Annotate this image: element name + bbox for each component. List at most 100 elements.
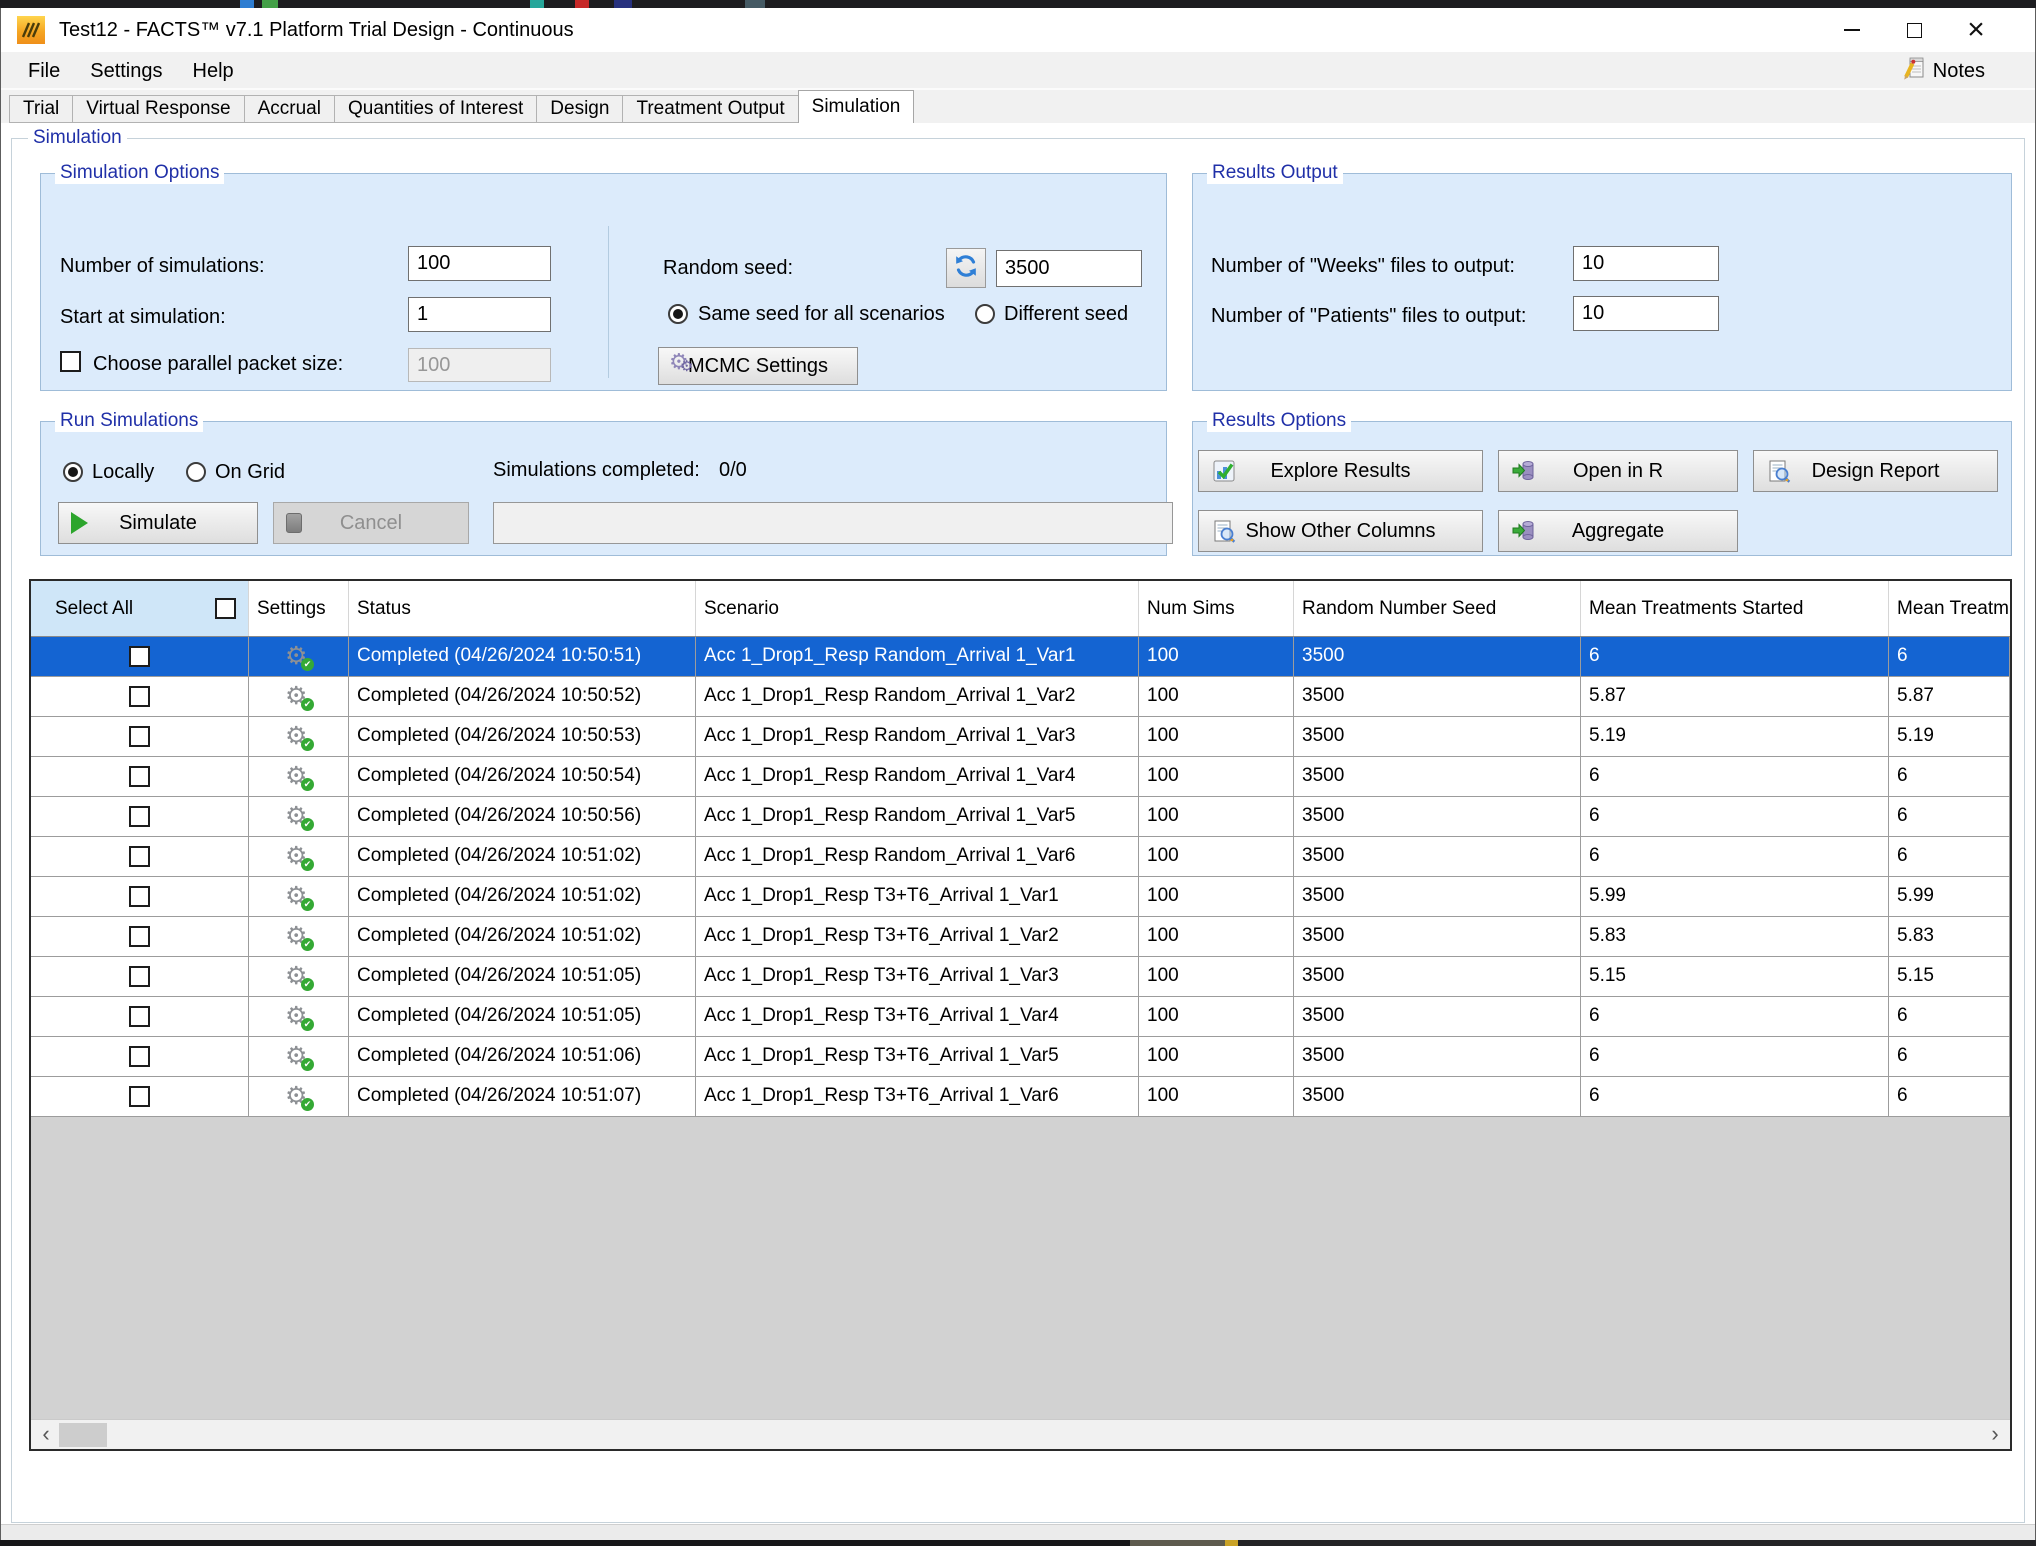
row-select-cell [31, 837, 249, 876]
table-row[interactable]: ⚙✔Completed (04/26/2024 10:51:02)Acc 1_D… [31, 837, 2010, 877]
table-row[interactable]: ⚙✔Completed (04/26/2024 10:51:07)Acc 1_D… [31, 1077, 2010, 1117]
menu-file[interactable]: File [13, 52, 75, 90]
table-row[interactable]: ⚙✔Completed (04/26/2024 10:50:52)Acc 1_D… [31, 677, 2010, 717]
different-seed-label: Different seed [1004, 302, 1128, 326]
simulations-completed-label: Simulations completed: [493, 458, 700, 482]
mcmc-settings-button[interactable]: ⚙⚙ MCMC Settings [658, 347, 858, 385]
menu-settings[interactable]: Settings [75, 52, 177, 90]
parallel-packet-checkbox[interactable] [60, 351, 81, 372]
mean-treatm-cell: 6 [1889, 997, 2010, 1036]
gear-check-icon[interactable]: ⚙✔ [285, 1083, 312, 1110]
locally-radio[interactable] [63, 462, 83, 482]
row-checkbox[interactable] [129, 966, 150, 987]
row-checkbox[interactable] [129, 846, 150, 867]
tab-simulation[interactable]: Simulation [798, 90, 915, 123]
row-checkbox[interactable] [129, 926, 150, 947]
show-other-columns-button[interactable]: Show Other Columns [1198, 510, 1483, 552]
random-number-seed-cell: 3500 [1294, 877, 1581, 916]
row-checkbox[interactable] [129, 1046, 150, 1067]
table-row[interactable]: ⚙✔Completed (04/26/2024 10:50:56)Acc 1_D… [31, 797, 2010, 837]
on-grid-radio[interactable] [186, 462, 206, 482]
maximize-button[interactable] [1883, 8, 1945, 52]
menu-help[interactable]: Help [178, 52, 249, 90]
status-cell: Completed (04/26/2024 10:50:52) [349, 677, 696, 716]
close-button[interactable]: × [1945, 8, 2007, 52]
table-row[interactable]: ⚙✔Completed (04/26/2024 10:51:02)Acc 1_D… [31, 917, 2010, 957]
scenario-cell: Acc 1_Drop1_Resp T3+T6_Arrival 1_Var2 [696, 917, 1139, 956]
row-checkbox[interactable] [129, 806, 150, 827]
title-bar: Test12 - FACTS™ v7.1 Platform Trial Desi… [1, 8, 2035, 52]
scenario-cell: Acc 1_Drop1_Resp T3+T6_Arrival 1_Var5 [696, 1037, 1139, 1076]
mean-treatments-started-cell: 6 [1581, 797, 1889, 836]
scroll-left-arrow[interactable]: ‹ [33, 1420, 59, 1450]
mean-treatm-cell: 5.19 [1889, 717, 2010, 756]
table-row[interactable]: ⚙✔Completed (04/26/2024 10:50:54)Acc 1_D… [31, 757, 2010, 797]
scenario-cell: Acc 1_Drop1_Resp Random_Arrival 1_Var6 [696, 837, 1139, 876]
weeks-files-input[interactable] [1573, 246, 1719, 281]
gear-check-icon[interactable]: ⚙✔ [285, 843, 312, 870]
aggregate-button[interactable]: Aggregate [1498, 510, 1738, 552]
refresh-seed-button[interactable] [946, 248, 986, 288]
notes-button[interactable]: Notes [1901, 52, 1985, 90]
row-checkbox[interactable] [129, 726, 150, 747]
row-checkbox[interactable] [129, 646, 150, 667]
row-checkbox[interactable] [129, 1006, 150, 1027]
gear-check-icon[interactable]: ⚙✔ [285, 763, 312, 790]
random-seed-input[interactable] [996, 250, 1142, 287]
open-in-r-button[interactable]: Open in R [1498, 450, 1738, 492]
row-checkbox[interactable] [129, 766, 150, 787]
desktop-top-sliver [0, 0, 2036, 8]
table-row[interactable]: ⚙✔Completed (04/26/2024 10:51:05)Acc 1_D… [31, 957, 2010, 997]
minimize-button[interactable] [1821, 8, 1883, 52]
table-row[interactable]: ⚙✔Completed (04/26/2024 10:50:51)Acc 1_D… [31, 637, 2010, 677]
scroll-right-arrow[interactable]: › [1982, 1420, 2008, 1450]
row-select-cell [31, 957, 249, 996]
number-of-simulations-input[interactable] [408, 246, 551, 281]
gear-check-icon[interactable]: ⚙✔ [285, 923, 312, 950]
row-settings-cell: ⚙✔ [249, 877, 349, 916]
random-number-seed-cell: 3500 [1294, 757, 1581, 796]
different-seed-radio[interactable] [975, 304, 995, 324]
scrollbar-thumb[interactable] [59, 1423, 107, 1447]
row-checkbox[interactable] [129, 1086, 150, 1107]
mean-treatments-started-cell: 5.19 [1581, 717, 1889, 756]
gear-check-icon[interactable]: ⚙✔ [285, 643, 312, 670]
num-sims-cell: 100 [1139, 957, 1294, 996]
row-checkbox[interactable] [129, 686, 150, 707]
horizontal-scrollbar[interactable]: ‹ › [31, 1419, 2010, 1449]
same-seed-radio[interactable] [668, 304, 688, 324]
gear-check-icon[interactable]: ⚙✔ [285, 963, 312, 990]
simulate-button[interactable]: Simulate [58, 502, 258, 544]
simulations-completed-value: 0/0 [719, 458, 747, 482]
explore-results-button[interactable]: Explore Results [1198, 450, 1483, 492]
gear-check-icon[interactable]: ⚙✔ [285, 723, 312, 750]
gear-check-icon[interactable]: ⚙✔ [285, 683, 312, 710]
mean-treatments-started-cell: 6 [1581, 1037, 1889, 1076]
gear-check-icon[interactable]: ⚙✔ [285, 1003, 312, 1030]
select-all-checkbox[interactable] [215, 598, 236, 619]
tab-trial[interactable]: Trial [9, 95, 73, 123]
table-row[interactable]: ⚙✔Completed (04/26/2024 10:51:05)Acc 1_D… [31, 997, 2010, 1037]
patients-files-input[interactable] [1573, 296, 1719, 331]
tab-quantities-of-interest[interactable]: Quantities of Interest [334, 95, 537, 123]
random-seed-label: Random seed: [663, 256, 793, 280]
tab-virtual-response[interactable]: Virtual Response [72, 95, 244, 123]
cancel-button[interactable]: Cancel [273, 502, 469, 544]
num-sims-cell: 100 [1139, 877, 1294, 916]
gear-check-icon[interactable]: ⚙✔ [285, 1043, 312, 1070]
row-select-cell [31, 877, 249, 916]
scenario-cell: Acc 1_Drop1_Resp T3+T6_Arrival 1_Var1 [696, 877, 1139, 916]
table-row[interactable]: ⚙✔Completed (04/26/2024 10:51:02)Acc 1_D… [31, 877, 2010, 917]
row-checkbox[interactable] [129, 886, 150, 907]
start-at-simulation-input[interactable] [408, 297, 551, 332]
tab-accrual[interactable]: Accrual [244, 95, 335, 123]
table-row[interactable]: ⚙✔Completed (04/26/2024 10:51:06)Acc 1_D… [31, 1037, 2010, 1077]
table-row[interactable]: ⚙✔Completed (04/26/2024 10:50:53)Acc 1_D… [31, 717, 2010, 757]
scenario-cell: Acc 1_Drop1_Resp T3+T6_Arrival 1_Var3 [696, 957, 1139, 996]
random-number-seed-cell: 3500 [1294, 797, 1581, 836]
gear-check-icon[interactable]: ⚙✔ [285, 803, 312, 830]
tab-design[interactable]: Design [536, 95, 623, 123]
design-report-button[interactable]: Design Report [1753, 450, 1998, 492]
tab-treatment-output[interactable]: Treatment Output [622, 95, 798, 123]
gear-check-icon[interactable]: ⚙✔ [285, 883, 312, 910]
